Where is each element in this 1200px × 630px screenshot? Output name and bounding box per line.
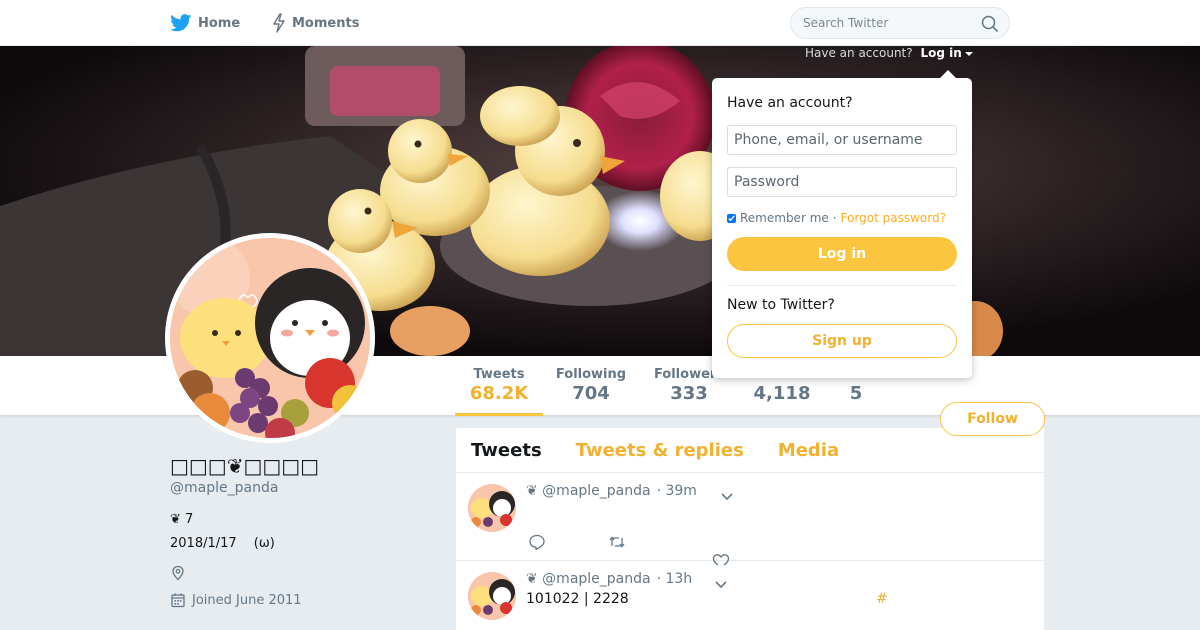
location-pin-icon bbox=[170, 565, 186, 581]
tweet-header: ❦ @maple_panda · 13h bbox=[526, 571, 692, 587]
profile-avatar[interactable] bbox=[165, 233, 375, 443]
calendar-icon bbox=[170, 592, 186, 608]
stat-following[interactable]: Following 704 bbox=[553, 356, 629, 416]
stat-value: 333 bbox=[670, 383, 708, 404]
timeline: Tweets Tweets & replies Media ❦ @maple_p… bbox=[456, 428, 1044, 630]
tweet-avatar[interactable] bbox=[468, 572, 516, 620]
reply-icon[interactable] bbox=[528, 533, 546, 551]
top-navigation: Home Moments bbox=[0, 0, 1200, 46]
profile-handle[interactable]: @maple_panda bbox=[170, 480, 278, 496]
signup-button[interactable]: Sign up bbox=[727, 324, 957, 358]
login-dropdown: Have an account? Remember me · Forgot pa… bbox=[712, 78, 972, 378]
search-input[interactable] bbox=[791, 16, 971, 30]
stat-value: 5 bbox=[849, 383, 863, 404]
follow-button[interactable]: Follow bbox=[940, 402, 1045, 436]
login-dropdown-toggle[interactable]: Log in bbox=[920, 46, 973, 60]
separator-dot: · bbox=[832, 211, 837, 225]
profile-joined-date: Joined June 2011 bbox=[170, 592, 302, 608]
nav-home-label: Home bbox=[198, 15, 241, 31]
tab-media[interactable]: Media bbox=[778, 440, 839, 461]
tweet-text: 101022 | 2228 bbox=[526, 591, 629, 607]
nav-moments[interactable]: Moments bbox=[272, 0, 359, 46]
login-toggle-label: Log in bbox=[920, 46, 962, 60]
stat-value: 68.2K bbox=[469, 383, 529, 404]
search-icon[interactable] bbox=[981, 15, 999, 33]
stat-label: Following bbox=[555, 367, 627, 382]
tweet-hashtag[interactable]: # bbox=[876, 591, 888, 607]
tweet-author[interactable]: ❦ @maple_panda bbox=[526, 483, 651, 499]
tweet-actions bbox=[528, 533, 688, 551]
joined-text: Joined June 2011 bbox=[192, 592, 302, 608]
stat-label: Tweets bbox=[473, 367, 525, 382]
lightning-bolt-icon bbox=[272, 13, 286, 33]
new-to-twitter-text: New to Twitter? bbox=[727, 297, 835, 313]
nav-home[interactable]: Home bbox=[170, 0, 240, 46]
remember-row: Remember me · Forgot password? bbox=[727, 211, 957, 225]
account-prompt: Have an account? Log in bbox=[805, 46, 973, 60]
caret-down-icon bbox=[964, 51, 973, 56]
password-field[interactable] bbox=[727, 167, 957, 197]
login-button[interactable]: Log in bbox=[727, 237, 957, 271]
profile-name: □□□❦□□□□ bbox=[170, 454, 320, 478]
tweet-header: ❦ @maple_panda · 39m bbox=[526, 483, 697, 499]
chevron-down-icon[interactable] bbox=[714, 575, 728, 589]
tweet[interactable]: ❦ @maple_panda · 13h 101022 | 2228 # bbox=[456, 561, 1044, 630]
tab-tweets-replies[interactable]: Tweets & replies bbox=[576, 440, 744, 461]
profile-bio-line: ❦ 7 bbox=[170, 512, 194, 527]
retweet-icon[interactable] bbox=[608, 533, 626, 551]
profile-bio-line: 2018/1/17 (ω) bbox=[170, 536, 275, 551]
stat-tweets[interactable]: Tweets 68.2K bbox=[455, 356, 543, 416]
dropdown-title: Have an account? bbox=[727, 95, 853, 111]
username-field[interactable] bbox=[727, 125, 957, 155]
remember-me-checkbox[interactable] bbox=[727, 213, 736, 223]
dropdown-arrow bbox=[940, 70, 956, 78]
tweet-avatar[interactable] bbox=[468, 484, 516, 532]
tab-tweets[interactable]: Tweets bbox=[471, 440, 542, 461]
account-prompt-text: Have an account? bbox=[805, 46, 913, 60]
tweet-author[interactable]: ❦ @maple_panda bbox=[526, 571, 651, 587]
stat-value: 4,118 bbox=[753, 383, 811, 404]
chevron-down-icon[interactable] bbox=[720, 487, 734, 501]
tweet[interactable]: ❦ @maple_panda · 39m bbox=[456, 473, 1044, 565]
tweet-time[interactable]: · 13h bbox=[657, 571, 693, 587]
tweet-time[interactable]: · 39m bbox=[657, 483, 697, 499]
profile-location bbox=[170, 565, 192, 581]
forgot-password-link[interactable]: Forgot password? bbox=[841, 211, 946, 225]
divider bbox=[727, 285, 957, 286]
remember-me-label[interactable]: Remember me bbox=[740, 211, 829, 225]
twitter-bird-icon bbox=[170, 14, 192, 32]
nav-moments-label: Moments bbox=[292, 15, 360, 31]
search-box bbox=[790, 7, 1010, 39]
stat-value: 704 bbox=[572, 383, 610, 404]
